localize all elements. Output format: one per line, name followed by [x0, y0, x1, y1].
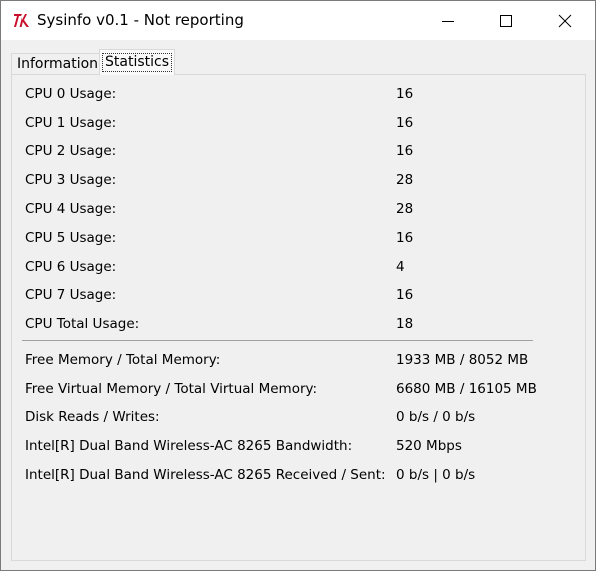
stat-row-cpu5: CPU 5 Usage: 16	[25, 228, 565, 248]
stat-label: CPU 4 Usage:	[25, 201, 117, 217]
stat-row-cpu1: CPU 1 Usage: 16	[25, 113, 565, 133]
stat-label: Intel[R] Dual Band Wireless-AC 8265 Rece…	[25, 467, 386, 483]
stat-row-cpu3: CPU 3 Usage: 28	[25, 170, 565, 190]
stat-value: 16	[396, 230, 414, 246]
stat-value: 6680 MB / 16105 MB	[396, 381, 537, 397]
stat-value: 16	[396, 143, 414, 159]
stat-row-wifi-bandwidth: Intel[R] Dual Band Wireless-AC 8265 Band…	[25, 436, 565, 456]
stat-value: 4	[396, 259, 405, 275]
stat-row-disk: Disk Reads / Writes: 0 b/s / 0 b/s	[25, 407, 565, 427]
stat-row-cpu4: CPU 4 Usage: 28	[25, 199, 565, 219]
stat-value: 18	[396, 316, 414, 332]
stat-label: CPU 7 Usage:	[25, 287, 117, 303]
stat-row-cpu7: CPU 7 Usage: 16	[25, 285, 565, 305]
close-icon	[558, 14, 572, 28]
stat-value: 28	[396, 201, 414, 217]
stat-label: CPU 2 Usage:	[25, 143, 117, 159]
stat-row-cpu6: CPU 6 Usage: 4	[25, 257, 565, 277]
minimize-button[interactable]	[419, 1, 477, 40]
stat-label: Intel[R] Dual Band Wireless-AC 8265 Band…	[25, 438, 353, 454]
stat-row-wifi-traffic: Intel[R] Dual Band Wireless-AC 8265 Rece…	[25, 465, 565, 485]
stat-label: CPU 6 Usage:	[25, 259, 117, 275]
tk-feather-icon	[14, 14, 29, 27]
stat-value: 28	[396, 172, 414, 188]
title-bar[interactable]: Sysinfo v0.1 - Not reporting	[1, 1, 595, 40]
tab-information[interactable]: Information	[11, 53, 105, 75]
stat-value: 16	[396, 115, 414, 131]
stat-value: 16	[396, 86, 414, 102]
maximize-button[interactable]	[477, 1, 535, 40]
window-title: Sysinfo v0.1 - Not reporting	[37, 11, 244, 29]
stat-row-cpu0: CPU 0 Usage: 16	[25, 84, 565, 104]
stat-value: 0 b/s / 0 b/s	[396, 409, 476, 425]
stat-value: 0 b/s | 0 b/s	[396, 467, 476, 483]
tab-statistics-label: Statistics	[102, 53, 172, 72]
stat-label: CPU 1 Usage:	[25, 115, 117, 131]
stat-value: 16	[396, 287, 414, 303]
stat-label: Free Virtual Memory / Total Virtual Memo…	[25, 381, 318, 397]
stat-row-virtual-memory: Free Virtual Memory / Total Virtual Memo…	[25, 379, 565, 399]
stat-value: 520 Mbps	[396, 438, 462, 454]
stat-label: Free Memory / Total Memory:	[25, 352, 221, 368]
minimize-icon	[442, 21, 454, 22]
separator	[22, 340, 533, 341]
stat-label: CPU 5 Usage:	[25, 230, 117, 246]
stat-label: Disk Reads / Writes:	[25, 409, 160, 425]
stat-label: CPU 0 Usage:	[25, 86, 117, 102]
stat-row-cpu2: CPU 2 Usage: 16	[25, 141, 565, 161]
app-window: Sysinfo v0.1 - Not reporting Information…	[0, 0, 596, 571]
stat-label: CPU Total Usage:	[25, 316, 140, 332]
maximize-icon	[500, 15, 512, 27]
stat-value: 1933 MB / 8052 MB	[396, 352, 529, 368]
stat-row-memory: Free Memory / Total Memory: 1933 MB / 80…	[25, 350, 565, 370]
stat-row-cpu-total: CPU Total Usage: 18	[25, 314, 565, 334]
stat-label: CPU 3 Usage:	[25, 172, 117, 188]
close-button[interactable]	[536, 1, 594, 40]
tab-statistics[interactable]: Statistics	[99, 49, 175, 75]
